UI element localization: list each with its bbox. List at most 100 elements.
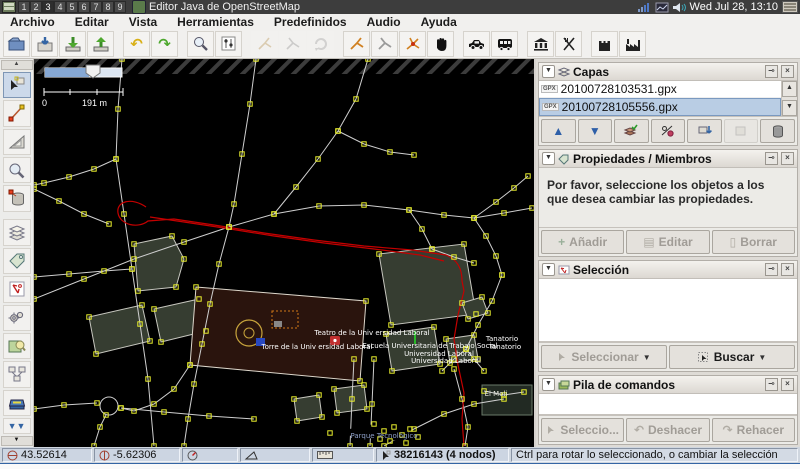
pin-icon[interactable]: ⊸: [765, 65, 778, 78]
collapse-icon[interactable]: ▼: [542, 65, 555, 78]
menu-archivo[interactable]: Archivo: [0, 14, 65, 30]
redo-button[interactable]: ↷: [151, 31, 178, 57]
preset-car-button[interactable]: [463, 31, 490, 57]
toggle-conflicts-panel[interactable]: [3, 276, 31, 302]
merge-nodes-button[interactable]: [371, 31, 398, 57]
preset-bus-button[interactable]: [491, 31, 518, 57]
double-chevron-down-icon: ▼▼: [8, 423, 26, 430]
menu-herramientas[interactable]: Herramientas: [167, 14, 264, 30]
clock[interactable]: Wed Jul 28, 13:10: [690, 1, 778, 13]
workspace-8[interactable]: 8: [102, 1, 114, 13]
collapse-icon[interactable]: ▼: [542, 152, 555, 165]
selection-panel-header[interactable]: ▼ Selección ⊸ ×: [539, 261, 797, 279]
preset-castle-button[interactable]: [591, 31, 618, 57]
layers-scrollbar[interactable]: ▲ ▼: [781, 81, 797, 116]
merge-layer-button[interactable]: [687, 119, 722, 143]
save-button[interactable]: [31, 31, 58, 57]
castle-icon: [597, 38, 612, 51]
properties-panel-header[interactable]: ▼ Propiedades / Miembros ⊸ ×: [539, 150, 797, 168]
angle-field: [240, 448, 310, 462]
preset-factory-button[interactable]: [619, 31, 646, 57]
edit-tag-button: ▤Editar: [626, 230, 709, 254]
toggle-commandstack-panel[interactable]: [3, 390, 31, 416]
workspace-5[interactable]: 5: [66, 1, 78, 13]
update-data-disabled-button: [307, 31, 334, 57]
preferences-button[interactable]: [215, 31, 242, 57]
preferences-icon: [222, 37, 236, 51]
open-button[interactable]: [3, 31, 30, 57]
show-hide-layer-button[interactable]: [614, 119, 649, 143]
collapse-icon[interactable]: ▼: [542, 378, 555, 391]
workspace-6[interactable]: 6: [78, 1, 90, 13]
layer-row-selected[interactable]: GPX 20100728105556.gpx: [539, 98, 781, 116]
undo-button[interactable]: ↶: [123, 31, 150, 57]
close-icon[interactable]: ×: [781, 152, 794, 165]
delete-layer-button[interactable]: [760, 119, 795, 143]
toggle-layers-panel[interactable]: [3, 219, 31, 245]
menu-editar[interactable]: Editar: [65, 14, 119, 30]
unglue-ways-button[interactable]: [399, 31, 426, 57]
stop-hand-button[interactable]: [427, 31, 454, 57]
workspace-3[interactable]: 3: [42, 1, 54, 13]
workspace-7[interactable]: 7: [90, 1, 102, 13]
scroll-up-icon[interactable]: ▲: [782, 81, 797, 97]
selection-list[interactable]: [539, 279, 797, 342]
split-way-icon: [349, 37, 365, 51]
signal-icon[interactable]: [638, 2, 652, 12]
scroll-down-icon[interactable]: ▼: [782, 100, 797, 116]
more-tools-button[interactable]: ▼▼: [3, 418, 31, 434]
tool-zoom[interactable]: [3, 157, 31, 183]
close-icon[interactable]: ×: [781, 263, 794, 276]
tool-delete[interactable]: [3, 185, 31, 211]
selection-panel-icon: [558, 264, 570, 276]
download-button[interactable]: [59, 31, 86, 57]
duplicate-layer-icon: [734, 125, 748, 137]
select-button: Seleccionar▼: [541, 345, 667, 369]
workspace-2[interactable]: 2: [30, 1, 42, 13]
sidebar-collapse-bottom[interactable]: ▼: [1, 436, 33, 446]
menu-predefinidos[interactable]: Predefinidos: [264, 14, 357, 30]
preset-bank-button[interactable]: [527, 31, 554, 57]
gpx-badge: GPX: [542, 103, 559, 111]
window-list-icon[interactable]: [2, 1, 16, 13]
commandstack-list[interactable]: [539, 394, 797, 415]
upload-button[interactable]: [87, 31, 114, 57]
search-button[interactable]: Buscar▼: [669, 345, 795, 369]
close-icon[interactable]: ×: [781, 65, 794, 78]
pin-icon[interactable]: ⊸: [765, 263, 778, 276]
tool-draw-node[interactable]: [3, 100, 31, 126]
window-title[interactable]: Editor Java de OpenStreetMap: [149, 1, 300, 13]
move-layer-up-button[interactable]: ▲: [541, 119, 576, 143]
network-monitor-icon[interactable]: [656, 2, 669, 13]
tool-select[interactable]: [3, 72, 31, 98]
workspace-9[interactable]: 9: [114, 1, 126, 13]
workspace-4[interactable]: 4: [54, 1, 66, 13]
menu-audio[interactable]: Audio: [357, 14, 411, 30]
collapse-icon[interactable]: ▼: [542, 263, 555, 276]
close-icon[interactable]: ×: [781, 378, 794, 391]
commandstack-panel-header[interactable]: ▼ Pila de comandos ⊸ ×: [539, 376, 797, 394]
volume-icon[interactable]: [673, 2, 686, 13]
tray-applet[interactable]: [782, 1, 798, 13]
pin-icon[interactable]: ⊸: [765, 378, 778, 391]
toggle-selection-panel[interactable]: [3, 333, 31, 359]
layers-panel-header[interactable]: ▼ Capas ⊸ ×: [539, 63, 797, 81]
zoom-selection-button[interactable]: [187, 31, 214, 57]
toggle-filter-panel[interactable]: [3, 305, 31, 331]
move-layer-down-button[interactable]: ▼: [578, 119, 613, 143]
layers-icon: [8, 225, 26, 241]
layer-row[interactable]: GPX 20100728103531.gpx: [539, 81, 781, 98]
toggle-tags-panel[interactable]: [3, 248, 31, 274]
preset-restaurant-button[interactable]: [555, 31, 582, 57]
split-way-button[interactable]: [343, 31, 370, 57]
workspace-1[interactable]: 1: [18, 1, 30, 13]
menu-vista[interactable]: Vista: [119, 14, 167, 30]
pin-icon[interactable]: ⊸: [765, 152, 778, 165]
tool-measure[interactable]: [3, 129, 31, 155]
sidebar-collapse-top[interactable]: ▲: [1, 60, 33, 70]
menu-ayuda[interactable]: Ayuda: [411, 14, 467, 30]
map-canvas[interactable]: Teatro de la Univ ersidad LaboralTorre d…: [34, 59, 534, 447]
layer-opacity-button[interactable]: [651, 119, 686, 143]
toggle-relations-panel[interactable]: [3, 361, 31, 387]
panel-column: ▼ Capas ⊸ × GPX 20100728103531.gpx GPX 2…: [536, 59, 800, 447]
